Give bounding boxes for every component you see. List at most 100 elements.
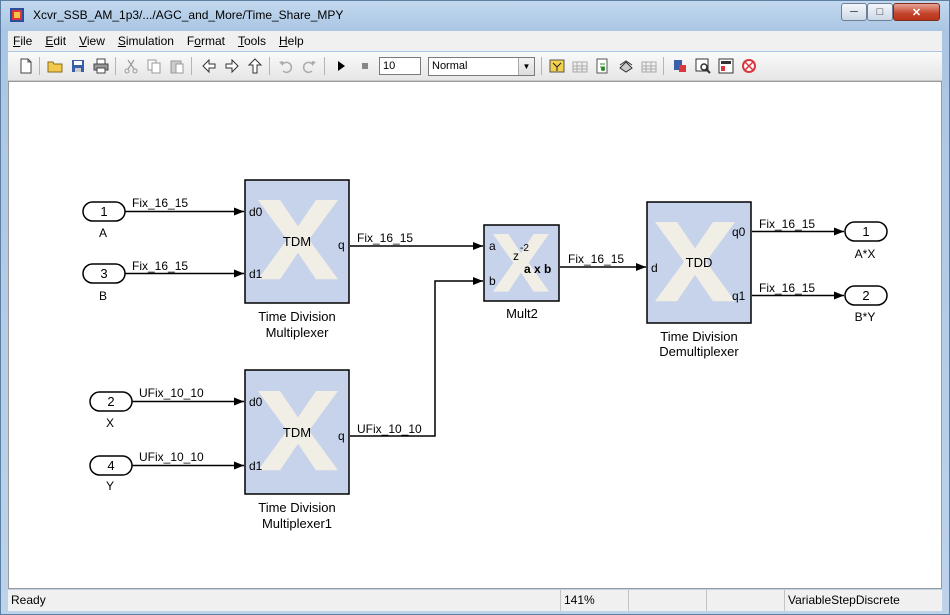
port-label: a xyxy=(489,239,496,253)
model-explorer-icon[interactable] xyxy=(640,57,658,75)
status-field xyxy=(706,590,784,611)
open-icon[interactable] xyxy=(46,57,64,75)
time-division-multiplexer1-block[interactable]: TDM d0 d1 q Time Division Multiplexer1 xyxy=(244,369,350,531)
update-icon[interactable] xyxy=(571,57,589,75)
maximize-icon: □ xyxy=(876,6,884,18)
menu-help[interactable]: Help xyxy=(279,34,304,48)
signal-label: Fix_16_15 xyxy=(759,217,815,231)
status-text: Ready xyxy=(11,593,46,607)
block-caption: Time Division xyxy=(258,500,336,515)
port-label: d0 xyxy=(249,205,263,219)
menu-view[interactable]: View xyxy=(79,34,105,48)
menu-simulation[interactable]: Simulation xyxy=(118,34,174,48)
outport-2[interactable]: 2 B*Y xyxy=(844,285,888,324)
outport-label: B*Y xyxy=(855,310,876,324)
title-bar[interactable]: Xcvr_SSB_AM_1p3/.../AGC_and_More/Time_Sh… xyxy=(1,1,949,29)
stop-simulation-icon[interactable] xyxy=(356,57,374,75)
port-label: d1 xyxy=(249,267,263,281)
chevron-down-icon[interactable]: ▼ xyxy=(518,58,534,75)
time-division-demultiplexer-block[interactable]: TDD d q0 q1 Time Division Demultiplexer xyxy=(646,201,752,359)
profiler-icon[interactable] xyxy=(717,57,735,75)
new-model-icon[interactable] xyxy=(17,57,35,75)
mult2-block[interactable]: a b z -2 a x b Mult2 xyxy=(483,224,560,321)
block-name: TDM xyxy=(283,425,311,440)
outport-label: A*X xyxy=(855,247,876,261)
toolbar: 10 Normal ▼ xyxy=(8,52,942,81)
block-caption: Time Division xyxy=(258,309,336,324)
menu-tools[interactable]: Tools xyxy=(238,34,266,48)
sysgen-icon[interactable] xyxy=(740,57,758,75)
block-caption: Mult2 xyxy=(506,306,538,321)
signal-label: Fix_16_15 xyxy=(132,196,188,210)
inport-4[interactable]: 4 Y xyxy=(89,455,133,493)
port-label: q0 xyxy=(732,225,746,239)
debug-icon[interactable] xyxy=(671,57,689,75)
window-title: Xcvr_SSB_AM_1p3/.../AGC_and_More/Time_Sh… xyxy=(33,8,344,22)
signal-label: UFix_10_10 xyxy=(357,422,422,436)
block-diagram: 1 A 3 B 2 X 4 Y Fix_16_15 Fix_16_15 UFix… xyxy=(82,179,888,531)
time-division-multiplexer-block[interactable]: TDM d0 d1 q Time Division Multiplexer xyxy=(244,179,350,340)
svg-text:2: 2 xyxy=(862,288,869,303)
forward-icon[interactable] xyxy=(223,57,241,75)
paste-icon[interactable] xyxy=(168,57,186,75)
port-label: q1 xyxy=(732,289,746,303)
signal-label: Fix_16_15 xyxy=(132,259,188,273)
inport-label: A xyxy=(99,226,107,240)
block-name: TDM xyxy=(283,234,311,249)
port-label: d xyxy=(651,261,658,275)
inport-label: B xyxy=(99,289,107,303)
port-label: b xyxy=(489,274,496,288)
save-icon[interactable] xyxy=(69,57,87,75)
svg-text:1: 1 xyxy=(862,224,869,239)
inport-1[interactable]: 1 A xyxy=(82,201,126,240)
maximize-button[interactable]: □ xyxy=(867,3,893,21)
zoom-level: 141% xyxy=(560,590,628,611)
refresh-icon[interactable] xyxy=(594,57,612,75)
status-bar: Ready 141% VariableStepDiscrete xyxy=(8,590,942,611)
up-icon[interactable] xyxy=(246,57,264,75)
close-button[interactable]: ✕ xyxy=(893,3,940,21)
port-label: q xyxy=(338,238,345,252)
simulink-app-icon xyxy=(10,8,24,22)
signal-label: UFix_10_10 xyxy=(139,386,204,400)
inport-2[interactable]: 2 X xyxy=(89,391,133,430)
port-label: d1 xyxy=(249,459,263,473)
copy-icon[interactable] xyxy=(145,57,163,75)
minimize-button[interactable]: ─ xyxy=(841,3,867,21)
simulation-mode-value: Normal xyxy=(432,60,468,72)
model-canvas[interactable]: 1 A 3 B 2 X 4 Y Fix_16_15 Fix_16_15 UFix… xyxy=(8,81,942,589)
latency-exponent: -2 xyxy=(520,243,529,254)
svg-text:1: 1 xyxy=(100,204,107,219)
cut-icon[interactable] xyxy=(122,57,140,75)
minimize-icon: ─ xyxy=(850,6,858,18)
menu-format[interactable]: Format xyxy=(187,34,225,48)
library-browser-icon[interactable] xyxy=(617,57,635,75)
outport-1[interactable]: 1 A*X xyxy=(844,221,888,261)
print-icon[interactable] xyxy=(92,57,110,75)
status-field xyxy=(628,590,706,611)
menu-edit[interactable]: Edit xyxy=(45,34,66,48)
svg-text:2: 2 xyxy=(107,394,114,409)
build-icon[interactable] xyxy=(548,57,566,75)
undo-icon[interactable] xyxy=(277,57,295,75)
menu-bar: File Edit View Simulation Format Tools H… xyxy=(8,31,942,51)
block-caption: Time Division xyxy=(660,329,738,344)
back-icon[interactable] xyxy=(200,57,218,75)
simulation-mode-select[interactable]: Normal ▼ xyxy=(428,57,535,76)
redo-icon[interactable] xyxy=(300,57,318,75)
model-advisor-icon[interactable] xyxy=(694,57,712,75)
start-simulation-icon[interactable] xyxy=(332,57,350,75)
simulink-window: Xcvr_SSB_AM_1p3/.../AGC_and_More/Time_Sh… xyxy=(0,0,950,615)
block-name: TDD xyxy=(686,255,713,270)
signal-label: Fix_16_15 xyxy=(357,231,413,245)
inport-label: Y xyxy=(106,479,114,493)
signal-label: UFix_10_10 xyxy=(139,450,204,464)
inport-3[interactable]: 3 B xyxy=(82,263,126,303)
stop-time-input[interactable]: 10 xyxy=(379,57,421,75)
latency-label: z xyxy=(513,249,519,263)
close-icon: ✕ xyxy=(911,6,922,19)
block-caption: Demultiplexer xyxy=(659,344,739,359)
svg-text:3: 3 xyxy=(100,266,107,281)
menu-file[interactable]: File xyxy=(13,34,32,48)
signal-label: Fix_16_15 xyxy=(759,281,815,295)
